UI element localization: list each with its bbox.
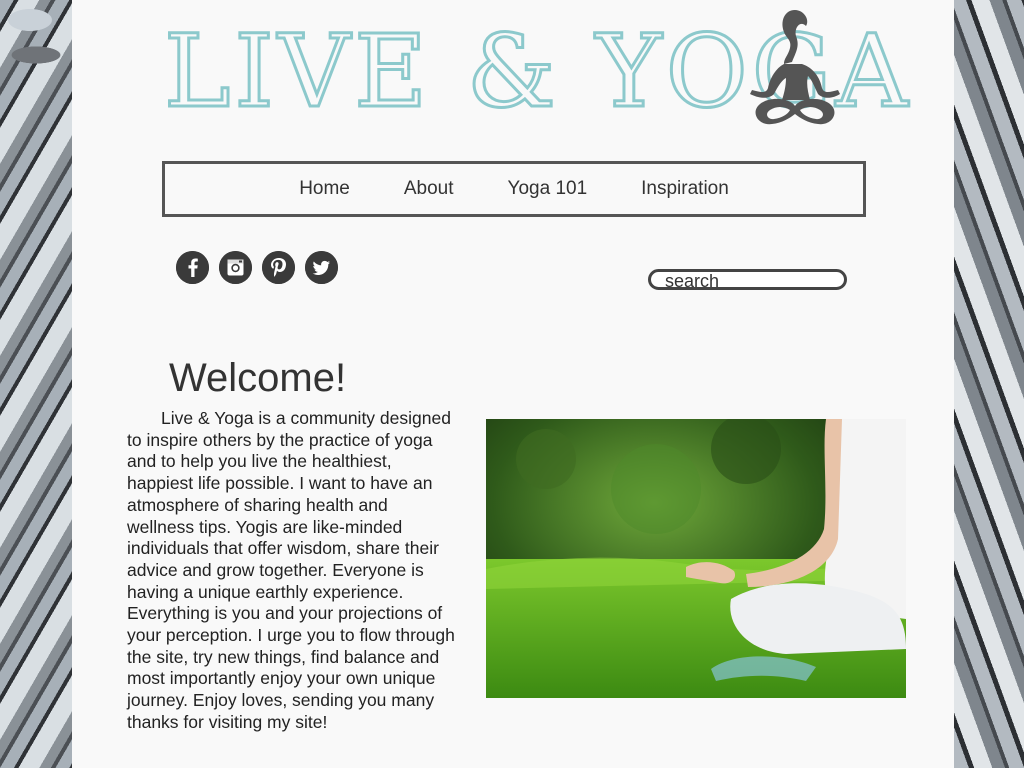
main-nav: Home About Yoga 101 Inspiration <box>162 161 866 217</box>
instagram-icon[interactable] <box>219 251 252 284</box>
nav-item-home[interactable]: Home <box>272 178 377 200</box>
left-mosaic-border <box>0 0 72 768</box>
nav-item-inspiration[interactable]: Inspiration <box>614 178 756 200</box>
social-links <box>176 251 338 284</box>
welcome-body-text: Live & Yoga is a community designed to i… <box>127 408 455 732</box>
twitter-icon[interactable] <box>305 251 338 284</box>
welcome-heading: Welcome! <box>169 356 347 400</box>
meditation-photo <box>486 419 906 698</box>
search-box <box>648 269 847 290</box>
meditation-photo-image <box>486 419 906 698</box>
search-input[interactable] <box>651 274 845 289</box>
meditating-figure-icon <box>750 10 840 125</box>
page-content: LIVE & YOGA Home About Yoga 101 Inspirat… <box>72 0 954 768</box>
welcome-body: Live & Yoga is a community designed to i… <box>127 408 457 734</box>
nav-item-about[interactable]: About <box>377 178 481 200</box>
facebook-icon[interactable] <box>176 251 209 284</box>
nav-item-yoga-101[interactable]: Yoga 101 <box>481 178 615 200</box>
right-mosaic-border <box>954 0 1024 768</box>
pinterest-icon[interactable] <box>262 251 295 284</box>
